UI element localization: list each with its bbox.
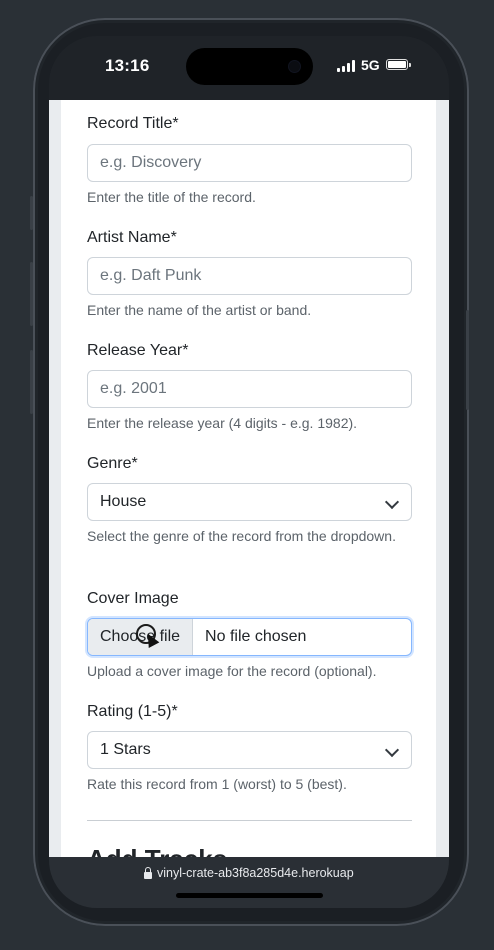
genre-group: Genre* House Select the genre of the rec… [87,453,412,547]
url-text: vinyl-crate-ab3f8a285d4e.herokuap [157,866,354,880]
year-hint: Enter the release year (4 digits - e.g. … [87,415,358,431]
status-bar: 13:16 5G [49,36,449,100]
power-button [466,310,469,410]
title-hint: Enter the title of the record. [87,189,256,205]
genre-select[interactable]: House [87,483,412,521]
file-name: No file chosen [205,628,307,645]
action-button [30,196,33,230]
year-label: Release Year* [87,342,189,359]
rating-label: Rating (1-5)* [87,703,178,720]
rating-select[interactable]: 1 Stars [87,731,412,769]
camera-icon [289,61,300,72]
artist-label: Artist Name* [87,229,177,246]
phone-screen: 13:16 5G Record Title* e.g. Discovery En… [49,36,449,908]
volume-down-button [30,350,33,414]
form-card: Record Title* e.g. Discovery Enter the t… [61,100,436,857]
cover-hint: Upload a cover image for the record (opt… [87,663,377,679]
home-indicator[interactable] [176,893,323,898]
artist-input[interactable]: e.g. Daft Punk [87,257,412,295]
genre-value: House [100,493,147,510]
section-divider [87,820,412,821]
browser-url-bar[interactable]: vinyl-crate-ab3f8a285d4e.herokuap [49,857,449,908]
volume-up-button [30,262,33,326]
web-viewport[interactable]: Record Title* e.g. Discovery Enter the t… [49,100,449,857]
artist-group: Artist Name* e.g. Daft Punk Enter the na… [87,227,412,321]
year-input[interactable]: e.g. 2001 [87,370,412,408]
chevron-down-icon [384,494,400,510]
cover-label: Cover Image [87,590,179,607]
genre-hint: Select the genre of the record from the … [87,528,396,544]
rating-value: 1 Stars [100,741,151,758]
title-label: Record Title* [87,115,179,132]
chevron-down-icon [384,742,400,758]
title-input[interactable]: e.g. Discovery [87,144,412,182]
signal-icon [337,60,355,72]
battery-icon [386,59,411,70]
rating-hint: Rate this record from 1 (worst) to 5 (be… [87,776,347,792]
network-type: 5G [361,57,380,73]
tracks-heading: Add Tracks [87,844,227,857]
year-group: Release Year* e.g. 2001 Enter the releas… [87,340,412,434]
genre-label: Genre* [87,455,138,472]
dynamic-island [186,48,313,85]
artist-hint: Enter the name of the artist or band. [87,302,312,318]
url-row[interactable]: vinyl-crate-ab3f8a285d4e.herokuap [144,866,360,880]
rating-group: Rating (1-5)* 1 Stars Rate this record f… [87,701,412,795]
status-time: 13:16 [105,56,150,75]
lock-icon [144,866,152,879]
title-group: Record Title* e.g. Discovery Enter the t… [87,113,412,208]
